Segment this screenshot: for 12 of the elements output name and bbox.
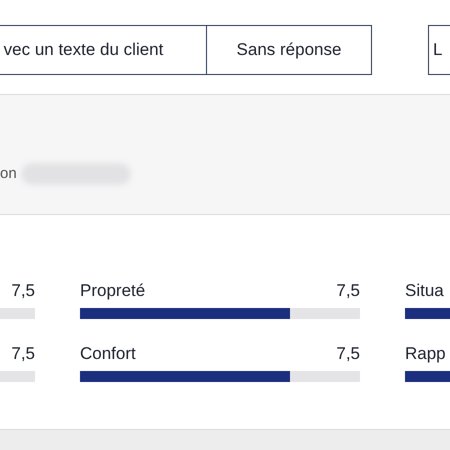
rating-score: 7,5: [11, 281, 35, 301]
filter-button[interactable]: Sans réponse: [207, 25, 372, 75]
filter-button[interactable]: L: [428, 25, 450, 75]
rating-score: 7,5: [11, 344, 35, 364]
rating-score: 7,5: [336, 281, 360, 301]
rating-score: 7,5: [336, 344, 360, 364]
rating-label: Rapp: [405, 344, 446, 364]
rating-label: Confort: [80, 344, 136, 364]
filter-button[interactable]: vec un texte du client: [0, 25, 207, 75]
rating-label: Propreté: [80, 281, 146, 301]
rating-label: Situa: [405, 281, 444, 301]
reviewer-text: on: [0, 164, 17, 184]
